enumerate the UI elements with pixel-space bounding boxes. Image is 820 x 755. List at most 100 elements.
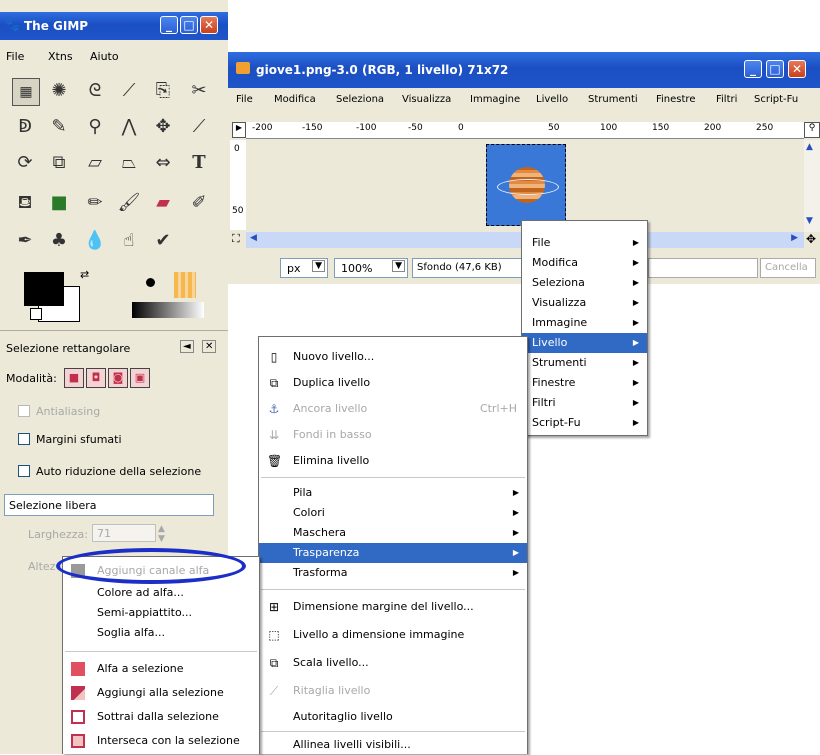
- fg-bg-colors[interactable]: ⇄: [8, 266, 112, 324]
- scroll-left-icon[interactable]: ◀: [250, 233, 257, 243]
- swap-colors-icon[interactable]: ⇄: [80, 268, 89, 281]
- width-spinner-icon[interactable]: ▲ ▼: [158, 524, 165, 544]
- width-input[interactable]: 71: [92, 524, 156, 542]
- zoom-icon[interactable]: ⚲: [82, 114, 108, 140]
- img-menu-modifica[interactable]: Modifica: [274, 94, 316, 105]
- move-icon[interactable]: ✥: [150, 114, 176, 140]
- scroll-right-icon[interactable]: ▶: [791, 233, 798, 243]
- selection-mode-select[interactable]: Selezione libera: [4, 494, 214, 516]
- dodge-burn-icon[interactable]: ✔: [150, 228, 176, 254]
- vertical-scrollbar[interactable]: ▲ ▼: [804, 140, 820, 232]
- transform-item[interactable]: Trasforma ▶: [259, 563, 527, 583]
- brush-preview[interactable]: [140, 272, 162, 294]
- color-picker-icon[interactable]: ✎: [46, 114, 72, 140]
- add-to-selection-item[interactable]: Aggiungi alla selezione: [63, 683, 259, 703]
- menu-file[interactable]: File: [6, 50, 24, 63]
- mode-add-button[interactable]: ◘: [86, 368, 106, 388]
- mode-subtract-button[interactable]: ◙: [108, 368, 128, 388]
- boundary-size-item[interactable]: ⊞ Dimensione margine del livello...: [259, 597, 527, 617]
- delete-layer-item[interactable]: 🗑 Elimina livello: [259, 451, 527, 471]
- blend-icon[interactable]: ■: [46, 190, 72, 216]
- minimize-button[interactable]: _: [160, 16, 178, 34]
- img-menu-strumenti[interactable]: Strumenti: [588, 94, 638, 105]
- default-colors-icon[interactable]: [30, 308, 42, 320]
- close-button[interactable]: ✕: [200, 16, 218, 34]
- fuzzy-select-icon[interactable]: ⟋: [116, 78, 142, 104]
- new-layer-item[interactable]: ▯ Nuovo livello...: [259, 347, 527, 367]
- rotate-icon[interactable]: ⟳: [12, 150, 38, 176]
- image-minimize-button[interactable]: _: [744, 60, 762, 78]
- autocrop-layer-item[interactable]: Autoritaglio livello: [259, 707, 527, 727]
- pencil-icon[interactable]: ✏: [82, 190, 108, 216]
- anchor-layer-item[interactable]: ⚓ Ancora livello Ctrl+H: [259, 399, 527, 419]
- stack-item[interactable]: Pila ▶: [259, 483, 527, 503]
- quickmask-corner-icon[interactable]: ▶: [232, 122, 246, 138]
- img-menu-finestre[interactable]: Finestre: [656, 94, 695, 105]
- ctx-file[interactable]: File ▶: [522, 233, 647, 253]
- restore-icon[interactable]: ◄: [180, 340, 194, 353]
- shear-icon[interactable]: ▱: [82, 150, 108, 176]
- color-select-icon[interactable]: ⎘: [150, 78, 176, 104]
- bucket-fill-icon[interactable]: ⛾: [12, 190, 38, 216]
- ctx-finestre[interactable]: Finestre ▶: [522, 373, 647, 393]
- crop-layer-item[interactable]: ⟋ Ritaglia livello: [259, 681, 527, 701]
- mask-item[interactable]: Maschera ▶: [259, 523, 527, 543]
- img-menu-filtri[interactable]: Filtri: [716, 94, 737, 105]
- airbrush-icon[interactable]: ✐: [186, 190, 212, 216]
- ctx-immagine[interactable]: Immagine ▶: [522, 313, 647, 333]
- img-menu-scriptfu[interactable]: Script-Fu: [754, 94, 798, 105]
- ctx-filtri[interactable]: Filtri ▶: [522, 393, 647, 413]
- eraser-icon[interactable]: ▰: [150, 190, 176, 216]
- zoom-corner-icon[interactable]: ⚲: [804, 122, 820, 138]
- threshold-alpha-item[interactable]: Soglia alfa...: [63, 623, 259, 643]
- scissors-icon[interactable]: ✂: [186, 78, 212, 104]
- text-icon[interactable]: T: [186, 150, 212, 176]
- brush-pattern-gradient[interactable]: [128, 266, 210, 324]
- convolve-icon[interactable]: 💧: [82, 228, 108, 254]
- measure-icon[interactable]: ⋀: [116, 114, 142, 140]
- crop-icon[interactable]: ⟋: [186, 114, 212, 140]
- unit-select[interactable]: px ▼: [280, 258, 328, 278]
- maximize-button[interactable]: □: [180, 16, 198, 34]
- align-layers-item[interactable]: Allinea livelli visibili...: [259, 735, 527, 755]
- auto-shrink-checkbox[interactable]: [18, 465, 30, 477]
- feather-checkbox[interactable]: [18, 433, 30, 445]
- foreground-color-swatch[interactable]: [24, 272, 64, 306]
- nav-corner-icon[interactable]: ⛶: [232, 232, 240, 246]
- image-maximize-button[interactable]: □: [766, 60, 784, 78]
- semi-flatten-item[interactable]: Semi-appiattito...: [63, 603, 259, 623]
- ink-icon[interactable]: ✒: [12, 228, 38, 254]
- menu-xtns[interactable]: Xtns: [48, 50, 73, 63]
- alpha-to-selection-item[interactable]: Alfa a selezione: [63, 659, 259, 679]
- perspective-icon[interactable]: ⏢: [116, 150, 142, 176]
- img-menu-visualizza[interactable]: Visualizza: [402, 94, 451, 105]
- ctx-livello[interactable]: Livello ▶: [522, 333, 647, 353]
- canvas-area[interactable]: [246, 140, 804, 232]
- ctx-seleziona[interactable]: Seleziona ▶: [522, 273, 647, 293]
- cancel-button[interactable]: Cancella: [760, 258, 816, 278]
- ctx-strumenti[interactable]: Strumenti ▶: [522, 353, 647, 373]
- img-menu-livello[interactable]: Livello: [536, 94, 568, 105]
- antialiasing-checkbox[interactable]: [18, 405, 30, 417]
- intersect-selection-item[interactable]: Interseca con la selezione: [63, 731, 259, 751]
- clone-icon[interactable]: ♣: [46, 228, 72, 254]
- transparency-item[interactable]: Trasparenza ▶: [259, 543, 527, 563]
- navigate-icon[interactable]: ✥: [806, 232, 816, 246]
- ctx-visualizza[interactable]: Visualizza ▶: [522, 293, 647, 313]
- scale-layer-item[interactable]: ⧉ Scala livello...: [259, 653, 527, 673]
- menu-aiuto[interactable]: Aiuto: [90, 50, 119, 63]
- mode-intersect-button[interactable]: ▣: [130, 368, 150, 388]
- paintbrush-icon[interactable]: 🖌: [116, 190, 142, 216]
- img-menu-file[interactable]: File: [236, 94, 253, 105]
- colors-item[interactable]: Colori ▶: [259, 503, 527, 523]
- scroll-down-icon[interactable]: ▼: [806, 216, 813, 226]
- color-to-alpha-item[interactable]: Colore ad alfa...: [63, 583, 259, 603]
- gradient-preview[interactable]: [132, 302, 204, 318]
- scale-icon[interactable]: ⧉: [46, 150, 72, 176]
- img-menu-immagine[interactable]: Immagine: [470, 94, 520, 105]
- image-close-button[interactable]: ✕: [788, 60, 806, 78]
- ellipse-select-icon[interactable]: ✺: [46, 78, 72, 104]
- img-menu-seleziona[interactable]: Seleziona: [336, 94, 384, 105]
- flip-icon[interactable]: ⇔: [150, 150, 176, 176]
- pattern-preview[interactable]: [174, 272, 196, 298]
